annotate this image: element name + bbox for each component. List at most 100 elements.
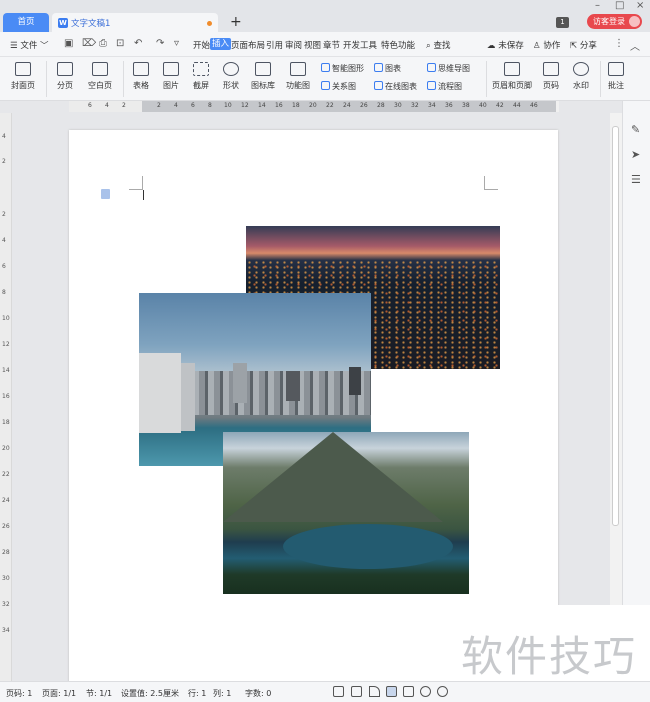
image-button[interactable]: 图片 <box>158 62 184 91</box>
menu-review[interactable]: 审阅 <box>285 39 302 51</box>
scrollbar-thumb[interactable] <box>612 126 619 526</box>
mind-map-icon <box>427 63 436 72</box>
row-number: 行: 1 <box>188 689 207 698</box>
ruler-mark: 6 <box>88 102 92 109</box>
undo-icon[interactable]: ↶ <box>134 38 142 49</box>
page-break-icon <box>57 62 73 76</box>
tab-document[interactable]: W 文字文稿1 <box>52 13 218 32</box>
ruler-mark: 24 <box>2 497 10 504</box>
ruler-mark: 6 <box>191 102 195 109</box>
relation-icon <box>321 81 330 90</box>
page-code[interactable]: 页码: 1 <box>6 688 32 699</box>
menu-developer[interactable]: 开发工具 <box>343 39 377 51</box>
ruler-mark: 22 <box>326 102 334 109</box>
ruler-mark: 46 <box>530 102 538 109</box>
mind-map-button[interactable]: 思维导图 <box>427 63 470 74</box>
guest-login-button[interactable]: 访客登录 <box>587 14 642 29</box>
outline-view-icon[interactable] <box>403 686 414 697</box>
print-preview-icon[interactable]: ⊡ <box>116 38 124 49</box>
screenshot-label: 截屏 <box>193 81 209 90</box>
collab-button[interactable]: ♙ 协作 <box>533 39 560 51</box>
smart-shape-button[interactable]: 智能图形 <box>321 63 364 74</box>
page-count[interactable]: 页面: 1/1 <box>42 688 76 699</box>
search-button[interactable]: ⌕ 查找 <box>426 39 450 51</box>
new-tab-button[interactable]: + <box>230 12 242 32</box>
online-chart-button[interactable]: 在线图表 <box>374 81 417 92</box>
chart-label: 图表 <box>385 64 401 73</box>
menu-reference[interactable]: 引用 <box>266 39 283 51</box>
menu-insert[interactable]: 插入 <box>210 38 232 50</box>
flowchart-button[interactable]: 流程图 <box>427 81 462 92</box>
more-icon[interactable]: ▿ <box>174 38 179 49</box>
ruler-mark: 40 <box>479 102 487 109</box>
section-count[interactable]: 节: 1/1 <box>86 688 112 699</box>
cover-page-button[interactable]: 封面页 <box>8 62 38 91</box>
shape-button[interactable]: 形状 <box>218 62 244 91</box>
unsaved-button[interactable]: ☁ 未保存 <box>487 39 524 51</box>
building <box>139 353 181 433</box>
window-count-badge[interactable]: 1 <box>556 17 569 28</box>
margin-corner-mark <box>129 176 143 190</box>
paragraph-options-icon[interactable] <box>101 189 110 199</box>
close-button[interactable]: × <box>636 0 644 12</box>
relation-chart-button[interactable]: 关系图 <box>321 81 356 92</box>
function-chart-label: 功能图 <box>286 81 310 90</box>
minimize-button[interactable]: – <box>595 0 600 12</box>
tab-home[interactable]: 首页 <box>3 13 49 32</box>
file-menu[interactable]: ☰ 文件 ﹀ <box>10 39 49 51</box>
horizontal-ruler[interactable]: 6 4 2 2 4 6 8 10 12 14 16 18 20 22 24 26… <box>69 101 559 112</box>
fullscreen-icon[interactable] <box>333 686 344 697</box>
settings-sliders-icon[interactable]: ☰ <box>631 173 641 186</box>
vertical-scrollbar[interactable] <box>610 113 622 613</box>
pointer-icon[interactable]: ➤ <box>631 148 640 161</box>
page-view-icon[interactable] <box>386 686 397 697</box>
write-mode-icon[interactable] <box>369 686 380 697</box>
shape-icon <box>223 62 239 76</box>
ruler-mark: 16 <box>2 393 10 400</box>
ruler-mark: 32 <box>411 102 419 109</box>
collapse-ribbon-icon[interactable]: ︿ <box>630 38 640 53</box>
icon-library-button[interactable]: 图标库 <box>248 62 278 91</box>
chart-button[interactable]: 图表 <box>374 63 401 74</box>
ruler-mark: 42 <box>496 102 504 109</box>
pen-icon[interactable]: ✎ <box>631 123 640 136</box>
redo-icon[interactable]: ↷ <box>156 38 164 49</box>
menu-start[interactable]: 开始 <box>193 39 210 51</box>
menu-view[interactable]: 视图 <box>304 39 321 51</box>
web-view-icon[interactable] <box>420 686 431 697</box>
undo-history-icon[interactable]: ⌦ <box>82 38 96 49</box>
avatar-icon <box>629 16 640 27</box>
page-break-button[interactable]: 分页 <box>52 62 78 91</box>
table-button[interactable]: 表格 <box>128 62 154 91</box>
ruler-mark: 4 <box>2 133 6 140</box>
unsaved-dot-icon <box>207 21 212 26</box>
setting-value[interactable]: 设置值: 2.5厘米 <box>121 688 179 699</box>
divider <box>123 61 124 97</box>
eye-protect-icon[interactable] <box>437 686 448 697</box>
menu-layout[interactable]: 页面布局 <box>231 39 265 51</box>
comment-button[interactable]: 批注 <box>604 62 628 91</box>
menu-chapter[interactable]: 章节 <box>323 39 340 51</box>
mountain-lake-photo[interactable] <box>223 432 469 594</box>
menu-features[interactable]: 特色功能 <box>381 39 415 51</box>
save-icon[interactable]: ▣ <box>64 38 73 49</box>
vertical-ruler[interactable]: 4 2 2 4 6 8 10 12 14 16 18 20 22 24 26 2… <box>0 113 12 681</box>
blank-page-button[interactable]: 空白页 <box>84 62 116 91</box>
maximize-button[interactable]: □ <box>615 0 624 12</box>
cloud-icon: ☁ <box>487 41 496 51</box>
ruler-mark: 26 <box>360 102 368 109</box>
print-icon[interactable]: ⎙ <box>99 38 107 49</box>
ruler-mark: 10 <box>2 315 10 322</box>
page-number-button[interactable]: 页码 <box>538 62 564 91</box>
header-footer-button[interactable]: 页眉和页脚 <box>490 62 534 91</box>
share-button[interactable]: ⇱ 分享 <box>570 39 597 51</box>
word-count[interactable]: 字数: 0 <box>245 688 271 699</box>
function-chart-button[interactable]: 功能图 <box>282 62 314 91</box>
smart-shape-label: 智能图形 <box>332 64 364 73</box>
read-mode-icon[interactable] <box>351 686 362 697</box>
more-options-icon[interactable]: ⋮ <box>614 38 624 49</box>
screenshot-button[interactable]: 截屏 <box>188 62 214 91</box>
smart-shape-icon <box>321 63 330 72</box>
watermark-button[interactable]: 水印 <box>567 62 595 91</box>
menu-bar: ☰ 文件 ﹀ ▣ ⌦ ⎙ ⊡ ↶ ↷ ▿ 开始 插入 页面布局 引用 审阅 视图… <box>0 32 650 57</box>
